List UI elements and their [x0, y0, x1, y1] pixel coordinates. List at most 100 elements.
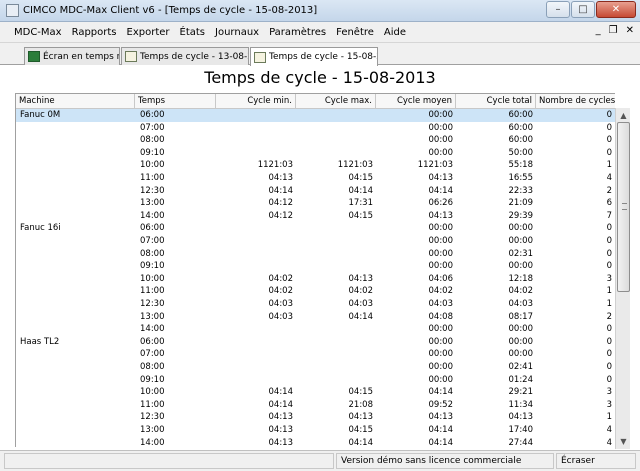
table-row[interactable]: 07:00 00:00 60:00 0: [16, 122, 615, 135]
cell-machine: [20, 386, 132, 399]
cell-cycle-total: 50:00: [508, 147, 534, 158]
column-header-nombre-de-cycles[interactable]: Nombre de cycles: [536, 94, 615, 109]
maximize-button[interactable]: □: [571, 1, 595, 18]
scroll-down-icon[interactable]: ▼: [616, 434, 631, 449]
cell-cycle-max: [296, 109, 373, 122]
column-header-cycle-min[interactable]: Cycle min.: [216, 94, 296, 109]
cell-temps: 10:00: [140, 273, 165, 284]
cell-cycle-moyen: 04:03: [428, 299, 454, 309]
cell-cycle-max: [296, 134, 373, 147]
cell-machine: [20, 273, 132, 286]
menu-exporter[interactable]: Exporter: [127, 27, 170, 38]
table-row[interactable]: 08:00 00:00 60:00 0: [16, 134, 615, 147]
table-row[interactable]: 11:00 04:14 21:08 09:52 11:34 3: [16, 399, 615, 412]
mdi-close-button[interactable]: ✕: [626, 25, 634, 36]
cell-cycle-total: 60:00: [508, 135, 534, 146]
table-row[interactable]: Fanuc 16i 06:00 00:00 00:00 0: [16, 222, 615, 235]
mdi-minimize-button[interactable]: _: [596, 25, 601, 36]
cell-temps: 09:10: [140, 147, 165, 158]
table-row[interactable]: 13:00 04:12 17:31 06:26 21:09 6: [16, 197, 615, 210]
menu-aide[interactable]: Aide: [384, 27, 406, 38]
minimize-button[interactable]: –: [546, 1, 570, 18]
menu-etats[interactable]: États: [180, 27, 206, 38]
cell-temps: 06:00: [140, 336, 165, 347]
cell-cycle-max: 04:14: [348, 437, 374, 447]
cell-cycle-max: 17:31: [348, 198, 374, 209]
table-row[interactable]: 07:00 00:00 00:00 0: [16, 348, 615, 361]
table-row[interactable]: 10:00 1121:03 1121:03 1121:03 55:18 1: [16, 159, 615, 172]
table-row[interactable]: 09:10 00:00 01:24 0: [16, 374, 615, 387]
table-row[interactable]: 13:00 04:03 04:14 04:08 08:17 2: [16, 311, 615, 324]
menu-parametres[interactable]: Paramètres: [269, 27, 326, 38]
cell-cycle-min: [216, 222, 293, 235]
cell-nombre-de-cycles: 0: [606, 135, 612, 146]
menu-mdc-max[interactable]: MDC-Max: [14, 27, 62, 38]
column-header-cycle-max[interactable]: Cycle max.: [296, 94, 376, 109]
vertical-scrollbar[interactable]: ▲ ▼: [615, 108, 630, 449]
close-button[interactable]: ✕: [596, 1, 636, 18]
table-row[interactable]: 11:00 04:02 04:02 04:02 04:02 1: [16, 285, 615, 298]
cell-temps: 11:00: [140, 399, 165, 410]
cell-cycle-moyen: 00:00: [428, 374, 454, 385]
cell-cycle-total: 17:40: [508, 425, 534, 435]
cell-cycle-moyen: 06:26: [428, 198, 454, 209]
table-row[interactable]: 10:00 04:14 04:15 04:14 29:21 3: [16, 386, 615, 399]
table-row[interactable]: Fanuc 0M 06:00 00:00 60:00 0: [16, 109, 615, 122]
scroll-up-icon[interactable]: ▲: [616, 108, 631, 123]
cell-machine: [20, 172, 132, 185]
cell-cycle-total: 00:00: [508, 324, 534, 335]
table-row[interactable]: Haas TL2 06:00 00:00 00:00 0: [16, 336, 615, 349]
cell-cycle-moyen: 04:14: [428, 185, 454, 196]
cell-nombre-de-cycles: 3: [606, 387, 612, 398]
grid-header: Machine Temps Cycle min. Cycle max. Cycl…: [16, 94, 615, 109]
cell-cycle-max: 04:14: [348, 185, 374, 196]
cell-nombre-de-cycles: 4: [606, 425, 612, 435]
mdi-restore-button[interactable]: ❐: [609, 25, 618, 36]
cell-cycle-max: 04:14: [348, 311, 374, 322]
tab-realtime[interactable]: Écran en temps réel: [24, 47, 120, 65]
column-header-cycle-total[interactable]: Cycle total: [456, 94, 536, 109]
table-row[interactable]: 07:00 00:00 00:00 0: [16, 235, 615, 248]
column-header-cycle-moyen[interactable]: Cycle moyen: [376, 94, 456, 109]
table-row[interactable]: 14:00 04:12 04:15 04:13 29:39 7: [16, 210, 615, 223]
table-row[interactable]: 08:00 00:00 02:31 0: [16, 248, 615, 261]
tab-cycle-time-2017[interactable]: Temps de cycle - 13-08-2017: [121, 47, 249, 65]
cell-cycle-total: 11:34: [508, 399, 534, 410]
table-row[interactable]: 09:10 00:00 50:00 0: [16, 147, 615, 160]
cell-machine: [20, 399, 132, 412]
cell-cycle-min: [216, 374, 293, 387]
menu-rapports[interactable]: Rapports: [72, 27, 117, 38]
cell-cycle-moyen: 00:00: [428, 336, 454, 347]
table-row[interactable]: 12:30 04:13 04:13 04:13 04:13 1: [16, 411, 615, 424]
table-row[interactable]: 14:00 00:00 00:00 0: [16, 323, 615, 336]
cell-cycle-min: [216, 336, 293, 349]
cell-cycle-min: 04:13: [268, 412, 294, 423]
cell-cycle-moyen: 00:00: [428, 324, 454, 335]
menu-journaux[interactable]: Journaux: [215, 27, 259, 38]
table-row[interactable]: 13:00 04:13 04:15 04:14 17:40 4: [16, 424, 615, 437]
tab-label: Temps de cycle - 15-08-2013: [269, 52, 377, 62]
column-header-machine[interactable]: Machine: [16, 94, 135, 109]
cell-machine: Fanuc 16i: [20, 223, 61, 234]
cell-temps: 08:00: [140, 362, 165, 372]
cell-temps: 11:00: [140, 286, 165, 297]
scrollbar-thumb[interactable]: [617, 122, 630, 292]
column-header-temps[interactable]: Temps: [135, 94, 216, 109]
table-row[interactable]: 12:30 04:14 04:14 04:14 22:33 2: [16, 185, 615, 198]
app-icon: [6, 4, 19, 17]
table-row[interactable]: 11:00 04:13 04:15 04:13 16:55 4: [16, 172, 615, 185]
cell-temps: 09:10: [140, 261, 165, 272]
cell-cycle-moyen: 09:52: [428, 399, 454, 410]
cell-cycle-total: 04:02: [508, 286, 534, 297]
title-bar: CIMCO MDC-Max Client v6 - [Temps de cycl…: [0, 0, 640, 22]
menu-fenetre[interactable]: Fenêtre: [336, 27, 374, 38]
table-row[interactable]: 12:30 04:03 04:03 04:03 04:03 1: [16, 298, 615, 311]
table-row[interactable]: 10:00 04:02 04:13 04:06 12:18 3: [16, 273, 615, 286]
cell-cycle-total: 01:24: [508, 374, 534, 385]
cell-temps: 14:00: [140, 210, 165, 221]
table-row[interactable]: 14:00 04:13 04:14 04:14 27:44 4: [16, 437, 615, 447]
cell-nombre-de-cycles: 6: [606, 198, 612, 209]
table-row[interactable]: 08:00 00:00 02:41 0: [16, 361, 615, 374]
tab-cycle-time-2013[interactable]: Temps de cycle - 15-08-2013: [250, 47, 378, 66]
table-row[interactable]: 09:10 00:00 00:00 0: [16, 260, 615, 273]
